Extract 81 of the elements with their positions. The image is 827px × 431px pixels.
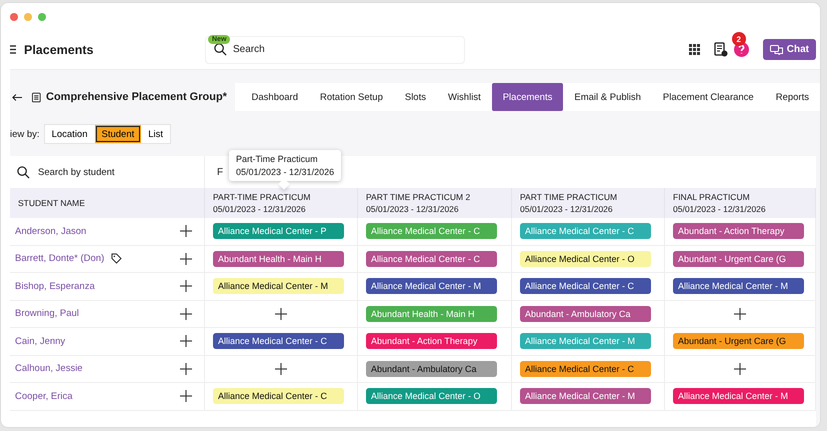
student-search-field[interactable]: Search by student (38, 166, 188, 178)
maximize-dot[interactable] (38, 12, 46, 20)
menu-icon[interactable] (10, 45, 16, 54)
add-button[interactable] (180, 252, 192, 265)
student-name[interactable]: Calhoun, Jessie (15, 363, 83, 374)
placement-chip[interactable]: Abundant - Action Therapy (673, 223, 804, 240)
list-icon (32, 92, 42, 102)
placement-chip[interactable]: Alliance Medical Center - O (366, 388, 497, 404)
column-title: STUDENT NAME (18, 198, 86, 208)
chat-button[interactable]: Chat (762, 39, 816, 60)
placement-chip[interactable]: Abundant - Urgent Care (G (673, 333, 804, 350)
add-button[interactable] (275, 362, 287, 375)
add-button[interactable] (734, 362, 746, 375)
column-title: FINAL PRACTICUM (673, 192, 751, 202)
tag-icon[interactable] (111, 253, 122, 264)
student-name[interactable]: Browning, Paul (15, 308, 79, 320)
placement-chip[interactable]: Alliance Medical Center - C (213, 333, 344, 350)
column-title: PART TIME PRACTICUM 2 (366, 192, 472, 202)
add-button[interactable] (275, 308, 287, 320)
placement-chip[interactable]: Alliance Medical Center - O (520, 250, 651, 267)
tooltip-title: Part-Time Practicum (236, 154, 319, 164)
placement-chip[interactable]: Alliance Medical Center - M (520, 388, 651, 404)
placement-chip[interactable]: Alliance Medical Center - M (366, 278, 497, 294)
add-button[interactable] (180, 308, 192, 320)
search-field[interactable]: Search (233, 44, 433, 55)
add-button[interactable] (180, 335, 192, 348)
column-dates: 05/01/2023 - 12/31/2026 (366, 204, 460, 214)
tab[interactable]: Reports (764, 83, 820, 111)
placement-chip[interactable]: Alliance Medical Center - C (366, 250, 497, 267)
student-name[interactable]: Cain, Jenny (15, 336, 66, 347)
tab[interactable]: Dashboard (240, 83, 309, 111)
column-title: PART TIME PRACTICUM (520, 192, 618, 202)
search-icon (214, 43, 227, 56)
add-button[interactable] (180, 362, 192, 375)
view-by-label: iew by: (10, 128, 40, 140)
placement-chip[interactable]: Abundant Health - Main H (213, 250, 344, 267)
tooltip-dates: 05/01/2023 - 12/31/2026 (236, 167, 334, 177)
document-check-icon[interactable] (714, 42, 728, 57)
student-name[interactable]: Anderson, Jason (15, 226, 86, 237)
student-name[interactable]: Cooper, Erica (15, 390, 73, 402)
apps-grid-icon[interactable] (688, 44, 700, 55)
placement-chip[interactable]: Abundant - Urgent Care (G (673, 250, 804, 267)
add-button[interactable] (180, 390, 192, 402)
placement-chip[interactable]: Alliance Medical Center - M (213, 278, 344, 294)
placement-chip[interactable]: Abundant - Action Therapy (366, 333, 497, 350)
placement-chip[interactable]: Alliance Medical Center - C (520, 278, 651, 294)
placement-chip[interactable]: Alliance Medical Center - M (673, 388, 804, 404)
back-arrow-icon[interactable] (12, 92, 22, 102)
add-button[interactable] (734, 308, 746, 320)
placement-chip[interactable]: Alliance Medical Center - P (213, 223, 344, 240)
view-option[interactable]: List (142, 126, 170, 142)
tab[interactable]: Placements (492, 83, 564, 111)
column-dates: 05/01/2023 - 12/31/2026 (520, 204, 614, 214)
placement-chip[interactable]: Alliance Medical Center - C (520, 360, 651, 377)
view-option[interactable]: Student (96, 126, 140, 142)
column-dates: 05/01/2023 - 12/31/2026 (213, 204, 307, 214)
placement-chip[interactable]: Alliance Medical Center - C (213, 388, 344, 404)
add-button[interactable] (180, 280, 192, 292)
search-icon (17, 166, 30, 178)
student-name[interactable]: Bishop, Esperanza (15, 280, 95, 292)
tab[interactable]: Placement Clearance (652, 83, 765, 111)
tab[interactable]: Rotation Setup (309, 83, 394, 111)
column-title: PART-TIME PRACTICUM (213, 192, 312, 202)
help-icon[interactable] (734, 42, 749, 57)
tab[interactable]: Slots (394, 83, 437, 111)
view-option[interactable]: Location (46, 126, 94, 142)
chat-icon (770, 44, 783, 54)
close-dot[interactable] (10, 12, 18, 20)
placement-chip[interactable]: Abundant - Ambulatory Ca (520, 306, 651, 322)
student-name[interactable]: Barrett, Donte* (Don) (15, 253, 104, 264)
notification-badge: 2 (732, 32, 746, 46)
filter-label: F (217, 166, 224, 178)
minimize-dot[interactable] (24, 12, 32, 20)
placement-chip[interactable]: Abundant - Ambulatory Ca (366, 360, 497, 377)
page-title: Placements (24, 42, 94, 56)
tab[interactable]: Email & Publish (563, 83, 652, 111)
placement-chip[interactable]: Alliance Medical Center - M (673, 278, 804, 294)
tab[interactable]: Wishlist (436, 83, 492, 111)
add-button[interactable] (180, 225, 192, 238)
group-title: Comprehensive Placement Group* (46, 91, 228, 103)
column-dates: 05/01/2023 - 12/31/2026 (673, 204, 767, 214)
